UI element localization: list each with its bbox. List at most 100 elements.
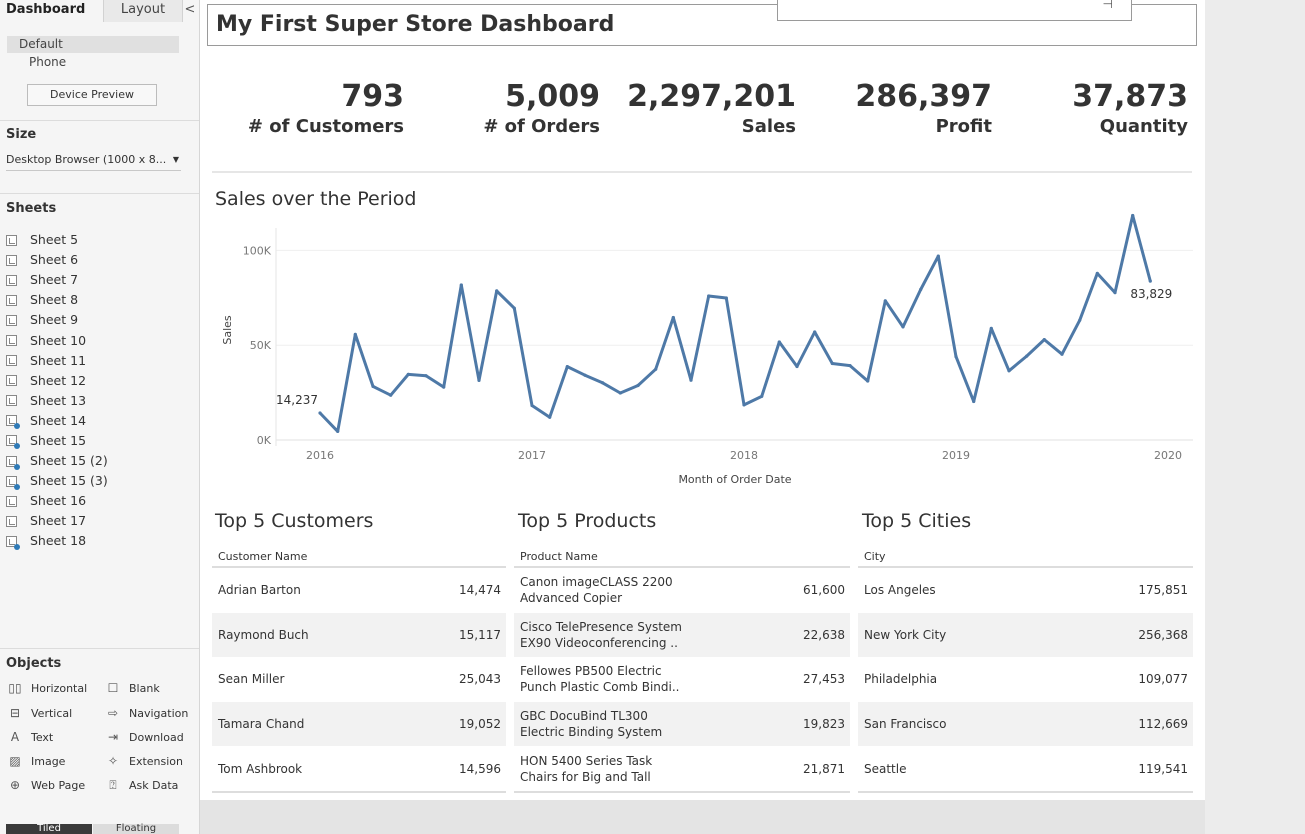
object-navigation[interactable]: ⇨ Navigation — [105, 705, 188, 721]
worksheet-icon — [6, 234, 17, 246]
table-row[interactable]: Seattle 119,541 — [858, 746, 1193, 791]
in-use-marker-icon — [14, 423, 20, 430]
sheet-label: Sheet 10 — [30, 332, 87, 348]
table-row[interactable]: Sean Miller 25,043 — [212, 657, 506, 702]
pin-icon[interactable]: ⊣ — [1103, 0, 1113, 11]
object-blank[interactable]: ☐ Blank — [105, 680, 160, 696]
object-text[interactable]: A Text — [7, 729, 53, 745]
sheets-list: Sheet 5 Sheet 6 Sheet 7 Sheet 8 Sheet 9 Sheet… — [6, 230, 196, 552]
table-row[interactable]: GBC DocuBind TL300 Electric Binding Syst… — [514, 701, 850, 747]
kpi-label: Profit — [935, 116, 992, 137]
sheet-item[interactable]: Sheet 8 — [6, 290, 196, 310]
object-label: Blank — [129, 681, 160, 695]
column-header[interactable]: Customer Name — [212, 548, 506, 568]
column-header[interactable]: City — [858, 548, 1193, 568]
object-vertical[interactable]: ⊟ Vertical — [7, 705, 72, 721]
worksheet-icon — [6, 415, 20, 430]
tab-layout[interactable]: Layout — [103, 0, 183, 22]
object-label: Horizontal — [31, 681, 88, 695]
object-horizontal[interactable]: ▯▯ Horizontal — [7, 680, 87, 696]
object-label: Navigation — [129, 706, 189, 720]
row-value: 22,638 — [803, 627, 845, 642]
table-row[interactable]: San Francisco 112,669 — [858, 701, 1193, 747]
sheet-item[interactable]: Sheet 16 — [6, 491, 196, 511]
sheet-item[interactable]: Sheet 14 — [6, 411, 196, 431]
cities-title: Top 5 Cities — [862, 510, 972, 532]
divider — [212, 790, 506, 793]
divider — [0, 648, 199, 649]
sheet-item[interactable]: Sheet 6 — [6, 250, 196, 270]
object-download[interactable]: ⇥ Download — [105, 729, 184, 745]
table-row[interactable]: Tom Ashbrook 14,596 — [212, 746, 506, 791]
row-value: 25,043 — [459, 672, 501, 687]
sheet-item[interactable]: Sheet 15 (2) — [6, 451, 196, 471]
object-web-page[interactable]: ⊕ Web Page — [7, 777, 85, 793]
row-value: 19,052 — [459, 717, 501, 732]
sheet-label: Sheet 6 — [30, 252, 79, 268]
top-customers-table: Customer Name Adrian Barton 14,474 Raymond … — [212, 548, 506, 793]
worksheet-icon — [6, 254, 17, 266]
object-image[interactable]: ▨ Image — [7, 753, 65, 769]
kpi-value: 5,009 — [505, 79, 600, 114]
in-use-marker-icon — [14, 443, 20, 450]
table-row[interactable]: Tamara Chand 19,052 — [212, 701, 506, 747]
chevron-down-icon: ▼ — [172, 155, 179, 164]
device-preview-button[interactable]: Device Preview — [27, 84, 157, 106]
object-label: Download — [129, 730, 184, 744]
kpi-value: 286,397 — [855, 79, 992, 114]
worksheet-icon — [6, 535, 20, 550]
object-extension[interactable]: ✧ Extension — [105, 753, 183, 769]
table-row[interactable]: HON 5400 Series Task Chairs for Big and … — [514, 746, 850, 791]
dashboard-title: My First Super Store Dashboard — [216, 12, 615, 37]
sheet-item[interactable]: Sheet 15 (3) — [6, 471, 196, 491]
floating-container[interactable]: ⊣ — [777, 0, 1132, 21]
row-name: Tom Ashbrook — [218, 761, 303, 776]
table-row[interactable]: Los Angeles 175,851 — [858, 568, 1193, 613]
tab-floating[interactable]: Floating — [93, 824, 179, 834]
sheet-item[interactable]: Sheet 15 — [6, 431, 196, 451]
sheet-item[interactable]: Sheet 12 — [6, 371, 196, 391]
table-row[interactable]: New York City 256,368 — [858, 612, 1193, 658]
kpi-label: Sales — [741, 116, 796, 137]
collapse-pane-icon[interactable]: < — [183, 0, 197, 22]
row-value: 256,368 — [1138, 627, 1188, 642]
sheet-item[interactable]: Sheet 9 — [6, 310, 196, 330]
object-label: Ask Data — [129, 778, 179, 792]
tab-dashboard[interactable]: Dashboard — [6, 0, 85, 22]
sheet-item[interactable]: Sheet 11 — [6, 351, 196, 371]
device-phone[interactable]: Phone — [7, 54, 179, 71]
table-row[interactable]: Cisco TelePresence System EX90 Videoconf… — [514, 612, 850, 658]
row-name: Seattle — [864, 761, 907, 776]
sheet-item[interactable]: Sheet 5 — [6, 230, 196, 250]
worksheet-icon — [6, 355, 17, 367]
table-row[interactable]: Philadelphia 109,077 — [858, 657, 1193, 702]
sheet-item[interactable]: Sheet 18 — [6, 531, 196, 551]
sheet-item[interactable]: Sheet 13 — [6, 391, 196, 411]
row-name: Fellowes PB500 Electric Punch Plastic Co… — [520, 664, 680, 695]
kpi-value: 37,873 — [1072, 79, 1188, 114]
row-name: Sean Miller — [218, 672, 285, 687]
row-value: 61,600 — [803, 583, 845, 598]
row-name: Raymond Buch — [218, 627, 309, 642]
row-name: New York City — [864, 627, 947, 642]
kpi-value: 2,297,201 — [627, 79, 796, 114]
object-ask-data[interactable]: ⍰ Ask Data — [105, 777, 178, 793]
tab-tiled[interactable]: Tiled — [6, 824, 92, 834]
in-use-marker-icon — [14, 543, 20, 550]
sheet-item[interactable]: Sheet 7 — [6, 270, 196, 290]
table-row[interactable]: Raymond Buch 15,117 — [212, 612, 506, 658]
sheet-item[interactable]: Sheet 17 — [6, 511, 196, 531]
device-default[interactable]: Default — [7, 36, 179, 53]
column-header[interactable]: Product Name — [514, 548, 850, 568]
table-row[interactable]: Fellowes PB500 Electric Punch Plastic Co… — [514, 657, 850, 702]
row-value: 21,871 — [803, 761, 845, 776]
sheet-item[interactable]: Sheet 10 — [6, 330, 196, 350]
table-row[interactable]: Adrian Barton 14,474 — [212, 568, 506, 613]
size-dropdown[interactable]: Desktop Browser (1000 x 8... ▼ — [6, 152, 181, 171]
row-value: 175,851 — [1138, 583, 1188, 598]
row-name: Los Angeles — [864, 583, 936, 598]
kpi-customers: 793 # of Customers — [220, 80, 404, 138]
row-name: Adrian Barton — [218, 583, 301, 598]
sheet-label: Sheet 14 — [30, 412, 87, 428]
table-row[interactable]: Canon imageCLASS 2200 Advanced Copier 61,… — [514, 568, 850, 613]
